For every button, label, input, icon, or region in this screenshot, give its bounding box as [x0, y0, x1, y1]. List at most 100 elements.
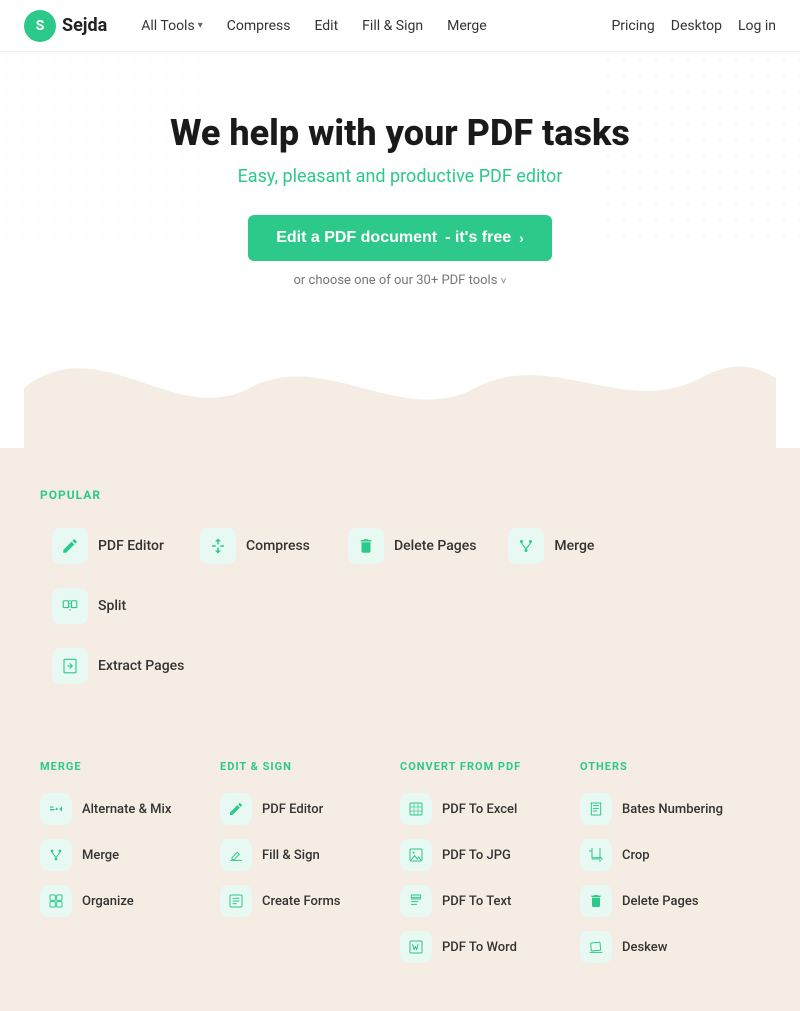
arrow-icon: › [519, 230, 524, 246]
jpg-icon-bg [400, 839, 432, 871]
hero-section: We help with your PDF tasks Easy, pleasa… [0, 52, 800, 448]
content-area: POPULAR PDF Editor Compress [0, 448, 800, 1011]
popular-split[interactable]: Split [40, 580, 180, 632]
cat-delete-icon [588, 893, 604, 909]
cta-button[interactable]: Edit a PDF document - it's free › [248, 215, 552, 261]
split-icon-bg [52, 588, 88, 624]
popular-section-label: POPULAR [40, 488, 760, 502]
popular-merge[interactable]: Merge [496, 520, 636, 572]
cat-pdf-excel[interactable]: PDF To Excel [400, 787, 580, 831]
popular-tools-row: PDF Editor Compress Delete Pages [40, 520, 760, 632]
cat-create-forms-label: Create Forms [262, 894, 340, 909]
text-icon [408, 893, 424, 909]
popular-tools-row-2: Extract Pages [40, 640, 760, 692]
deskew-icon-bg [580, 931, 612, 963]
logo[interactable]: S Sejda [24, 10, 107, 42]
delete-icon [357, 537, 375, 555]
cat-pdf-jpg[interactable]: PDF To JPG [400, 833, 580, 877]
cat-merge-icon [48, 847, 64, 863]
category-merge-label: MERGE [40, 760, 220, 773]
excel-icon-bg [400, 793, 432, 825]
cat-organize[interactable]: Organize [40, 879, 220, 923]
word-icon [408, 939, 424, 955]
category-edit-label: EDIT & SIGN [220, 760, 400, 773]
cat-pdf-word-label: PDF To Word [442, 940, 517, 955]
organize-icon-bg [40, 885, 72, 917]
popular-compress[interactable]: Compress [188, 520, 328, 572]
nav-fill-sign[interactable]: Fill & Sign [352, 12, 433, 40]
cat-alternate-mix[interactable]: Alternate & Mix [40, 787, 220, 831]
deskew-icon [588, 939, 604, 955]
edit-icon-bg [52, 528, 88, 564]
popular-delete-pages-label: Delete Pages [394, 538, 476, 554]
popular-pdf-editor[interactable]: PDF Editor [40, 520, 180, 572]
chevron-down-icon: ˅ [501, 276, 507, 287]
cat-pdf-editor[interactable]: PDF Editor [220, 787, 400, 831]
cat-merge[interactable]: Merge [40, 833, 220, 877]
nav-compress[interactable]: Compress [217, 12, 301, 40]
compress-icon-bg [200, 528, 236, 564]
popular-split-label: Split [98, 598, 126, 614]
organize-icon [48, 893, 64, 909]
header-right: Pricing Desktop Log in [611, 18, 776, 34]
cat-pdf-jpg-label: PDF To JPG [442, 848, 511, 863]
cat-bates-numbering[interactable]: Bates Numbering [580, 787, 760, 831]
word-icon-bg [400, 931, 432, 963]
cat-delete-icon-bg [580, 885, 612, 917]
cat-edit-icon [228, 801, 244, 817]
logo-icon: S [24, 10, 56, 42]
cta-suffix: - it's free [445, 229, 511, 247]
pricing-link[interactable]: Pricing [611, 18, 654, 34]
edit-icon [61, 537, 79, 555]
cat-crop-label: Crop [622, 848, 650, 863]
forms-icon [228, 893, 244, 909]
popular-pdf-editor-label: PDF Editor [98, 538, 164, 554]
cat-crop[interactable]: Crop [580, 833, 760, 877]
hero-headline: We help with your PDF tasks [24, 112, 776, 154]
cat-fill-sign-label: Fill & Sign [262, 848, 320, 863]
nav-merge[interactable]: Merge [437, 12, 497, 40]
cat-deskew[interactable]: Deskew [580, 925, 760, 969]
popular-extract-pages[interactable]: Extract Pages [40, 640, 196, 692]
cat-pdf-editor-label: PDF Editor [262, 802, 323, 817]
merge-icon-bg [508, 528, 544, 564]
cat-pdf-text[interactable]: PDF To Text [400, 879, 580, 923]
main-nav: All Tools ▾ Compress Edit Fill & Sign Me… [131, 12, 611, 40]
crop-icon-bg [580, 839, 612, 871]
category-convert: CONVERT FROM PDF PDF To Excel [400, 760, 580, 971]
cat-fill-sign[interactable]: Fill & Sign [220, 833, 400, 877]
cat-delete-pages-label: Delete Pages [622, 894, 699, 909]
popular-merge-label: Merge [554, 538, 594, 554]
category-others-label: OTHERS [580, 760, 760, 773]
split-icon [61, 597, 79, 615]
logo-text: Sejda [62, 15, 107, 36]
login-link[interactable]: Log in [738, 18, 776, 34]
cat-bates-label: Bates Numbering [622, 802, 723, 817]
category-merge: MERGE Alternate & Mix [40, 760, 220, 971]
bates-icon-bg [580, 793, 612, 825]
cat-edit-icon-bg [220, 793, 252, 825]
chevron-down-icon: ▾ [198, 20, 203, 31]
cat-pdf-word[interactable]: PDF To Word [400, 925, 580, 969]
jpg-icon [408, 847, 424, 863]
popular-delete-pages[interactable]: Delete Pages [336, 520, 488, 572]
bates-icon [588, 801, 604, 817]
extract-icon [61, 657, 79, 675]
cat-organize-label: Organize [82, 894, 134, 909]
cat-merge-icon-bg [40, 839, 72, 871]
cta-sub-text[interactable]: or choose one of our 30+ PDF tools ˅ [24, 273, 776, 288]
excel-icon [408, 801, 424, 817]
divider [40, 700, 760, 724]
cat-merge-label: Merge [82, 848, 119, 863]
cat-delete-pages[interactable]: Delete Pages [580, 879, 760, 923]
compress-icon [209, 537, 227, 555]
cat-create-forms[interactable]: Create Forms [220, 879, 400, 923]
alternate-icon-bg [40, 793, 72, 825]
nav-all-tools[interactable]: All Tools ▾ [131, 12, 212, 40]
categories-grid: MERGE Alternate & Mix [40, 760, 760, 971]
category-others: OTHERS Bates Numbering Crop [580, 760, 760, 971]
text-icon-bg [400, 885, 432, 917]
nav-edit[interactable]: Edit [304, 12, 348, 40]
fillsign-icon [228, 847, 244, 863]
desktop-link[interactable]: Desktop [671, 18, 722, 34]
